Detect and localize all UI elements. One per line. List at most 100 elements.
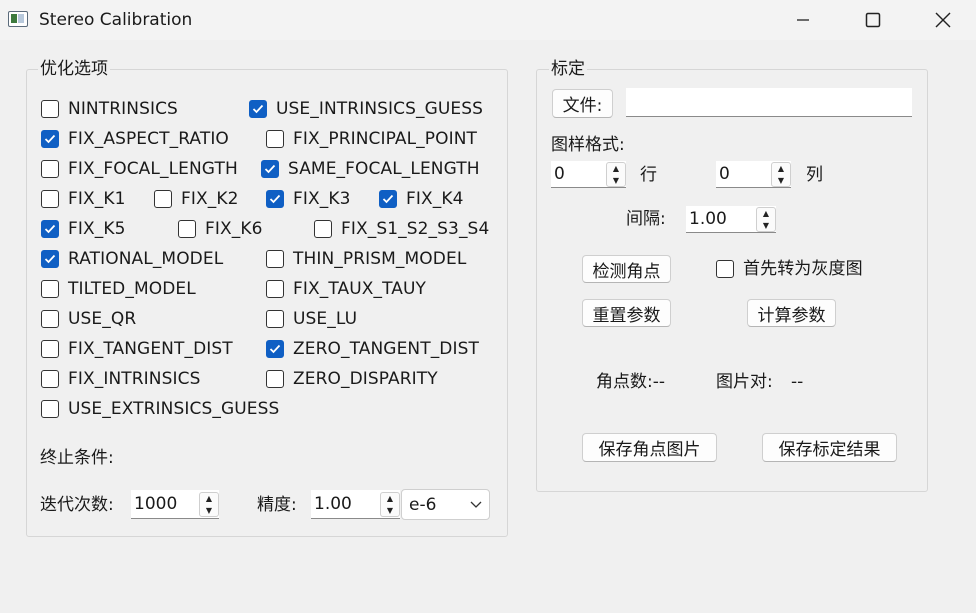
- minimize-icon: [797, 19, 809, 21]
- checkbox-fix-k5[interactable]: FIX_K5: [41, 218, 126, 240]
- up-arrow-icon[interactable]: ▲: [607, 163, 625, 174]
- minimize-button[interactable]: [780, 0, 826, 40]
- checkbox-label: FIX_K6: [205, 219, 263, 239]
- checkbox-rational-model[interactable]: RATIONAL_MODEL: [41, 248, 223, 270]
- precision-spinbox[interactable]: 1.00 ▲ ▼: [311, 490, 400, 519]
- rows-spinbox[interactable]: 0 ▲ ▼: [551, 161, 626, 188]
- file-button[interactable]: 文件:: [552, 89, 613, 118]
- down-arrow-icon[interactable]: ▼: [381, 505, 399, 516]
- iterations-value: 1000: [134, 494, 178, 514]
- checkbox-use-intrinsics-guess[interactable]: USE_INTRINSICS_GUESS: [249, 98, 483, 120]
- checkbox-fix-k2[interactable]: FIX_K2: [154, 188, 239, 210]
- maximize-icon: [865, 12, 881, 28]
- up-arrow-icon[interactable]: ▲: [200, 493, 218, 504]
- checkbox-icon[interactable]: [41, 400, 59, 418]
- down-arrow-icon[interactable]: ▼: [757, 220, 775, 231]
- checkbox-zero-tangent-dist[interactable]: ZERO_TANGENT_DIST: [266, 338, 479, 360]
- checkbox-icon[interactable]: [154, 190, 172, 208]
- checkbox-icon[interactable]: [41, 340, 59, 358]
- checkbox-icon[interactable]: [41, 310, 59, 328]
- save-corner-images-button[interactable]: 保存角点图片: [582, 433, 717, 462]
- down-arrow-icon[interactable]: ▼: [607, 175, 625, 186]
- checkbox-icon[interactable]: [266, 310, 284, 328]
- checkbox-fix-taux-tauy[interactable]: FIX_TAUX_TAUY: [266, 278, 426, 300]
- checkbox-icon[interactable]: [41, 100, 59, 118]
- reset-params-button[interactable]: 重置参数: [582, 299, 671, 327]
- checkbox-icon[interactable]: [314, 220, 332, 238]
- cols-spinbox[interactable]: 0 ▲ ▼: [716, 161, 791, 188]
- checkbox-icon[interactable]: [266, 250, 284, 268]
- spacing-stepper[interactable]: ▲ ▼: [756, 207, 776, 232]
- checkbox-fix-k1[interactable]: FIX_K1: [41, 188, 126, 210]
- checkbox-fix-intrinsics[interactable]: FIX_INTRINSICS: [41, 368, 200, 390]
- checkbox-use-qr[interactable]: USE_QR: [41, 308, 136, 330]
- chevron-down-icon: [470, 501, 482, 508]
- checkbox-icon[interactable]: [41, 280, 59, 298]
- checkbox-label: RATIONAL_MODEL: [68, 249, 224, 269]
- iterations-spinbox[interactable]: 1000 ▲ ▼: [131, 490, 219, 519]
- checkbox-label: USE_EXTRINSICS_GUESS: [68, 399, 280, 419]
- precision-exponent-value: e-6: [409, 495, 437, 515]
- checked-checkbox-icon[interactable]: [41, 130, 59, 148]
- precision-exponent-select[interactable]: e-6: [401, 489, 490, 520]
- checkbox-icon[interactable]: [266, 370, 284, 388]
- checkbox-thin-prism-model[interactable]: THIN_PRISM_MODEL: [266, 248, 466, 270]
- detect-corners-button[interactable]: 检测角点: [582, 255, 671, 283]
- down-arrow-icon[interactable]: ▼: [772, 175, 790, 186]
- checkbox-fix-k4[interactable]: FIX_K4: [379, 188, 464, 210]
- rows-value: 0: [554, 164, 565, 184]
- checked-checkbox-icon[interactable]: [41, 250, 59, 268]
- checkbox-fix-s1-s2-s3-s4[interactable]: FIX_S1_S2_S3_S4: [314, 218, 489, 240]
- checked-checkbox-icon[interactable]: [266, 340, 284, 358]
- checkbox-zero-disparity[interactable]: ZERO_DISPARITY: [266, 368, 438, 390]
- checkbox-icon[interactable]: [178, 220, 196, 238]
- checkbox-label: FIX_INTRINSICS: [68, 369, 201, 389]
- checkbox-nintrinsics[interactable]: NINTRINSICS: [41, 98, 178, 120]
- grayscale-label: 首先转为灰度图: [743, 259, 863, 279]
- file-path-input[interactable]: [626, 88, 912, 117]
- close-icon: [935, 12, 951, 28]
- checked-checkbox-icon[interactable]: [41, 220, 59, 238]
- checkbox-label: USE_LU: [293, 309, 358, 329]
- checked-checkbox-icon[interactable]: [266, 190, 284, 208]
- close-button[interactable]: [920, 0, 966, 40]
- grayscale-checkbox[interactable]: 首先转为灰度图: [716, 258, 863, 280]
- checkbox-fix-principal-point[interactable]: FIX_PRINCIPAL_POINT: [266, 128, 477, 150]
- checkbox-use-lu[interactable]: USE_LU: [266, 308, 357, 330]
- checkbox-icon[interactable]: [41, 160, 59, 178]
- maximize-button[interactable]: [850, 0, 896, 40]
- checkbox-label: USE_INTRINSICS_GUESS: [276, 99, 484, 119]
- checkbox-icon[interactable]: [266, 130, 284, 148]
- image-pairs-value: --: [791, 372, 804, 392]
- compute-params-button[interactable]: 计算参数: [747, 299, 836, 327]
- iterations-stepper[interactable]: ▲ ▼: [199, 492, 219, 517]
- spacing-label: 间隔:: [626, 209, 666, 229]
- rows-stepper[interactable]: ▲ ▼: [606, 162, 626, 187]
- checkbox-fix-aspect-ratio[interactable]: FIX_ASPECT_RATIO: [41, 128, 229, 150]
- down-arrow-icon[interactable]: ▼: [200, 505, 218, 516]
- checkbox-icon[interactable]: [41, 190, 59, 208]
- precision-stepper[interactable]: ▲ ▼: [380, 492, 400, 517]
- checkbox-label: THIN_PRISM_MODEL: [293, 249, 467, 269]
- checkbox-tilted-model[interactable]: TILTED_MODEL: [41, 278, 196, 300]
- checkbox-use-extrinsics-guess[interactable]: USE_EXTRINSICS_GUESS: [41, 398, 279, 420]
- checkbox-icon[interactable]: [266, 280, 284, 298]
- checkbox-fix-focal-length[interactable]: FIX_FOCAL_LENGTH: [41, 158, 238, 180]
- termination-label: 终止条件:: [40, 448, 114, 468]
- checkbox-fix-tangent-dist[interactable]: FIX_TANGENT_DIST: [41, 338, 233, 360]
- save-calibration-result-button[interactable]: 保存标定结果: [762, 433, 897, 462]
- up-arrow-icon[interactable]: ▲: [381, 493, 399, 504]
- checkbox-icon[interactable]: [716, 260, 734, 278]
- up-arrow-icon[interactable]: ▲: [772, 163, 790, 174]
- checkbox-same-focal-length[interactable]: SAME_FOCAL_LENGTH: [261, 158, 480, 180]
- up-arrow-icon[interactable]: ▲: [757, 208, 775, 219]
- cols-stepper[interactable]: ▲ ▼: [771, 162, 791, 187]
- checked-checkbox-icon[interactable]: [261, 160, 279, 178]
- checkbox-fix-k3[interactable]: FIX_K3: [266, 188, 351, 210]
- checkbox-icon[interactable]: [41, 370, 59, 388]
- checked-checkbox-icon[interactable]: [249, 100, 267, 118]
- checked-checkbox-icon[interactable]: [379, 190, 397, 208]
- checkbox-fix-k6[interactable]: FIX_K6: [178, 218, 263, 240]
- spacing-spinbox[interactable]: 1.00 ▲ ▼: [686, 206, 776, 233]
- cols-label: 列: [806, 165, 823, 185]
